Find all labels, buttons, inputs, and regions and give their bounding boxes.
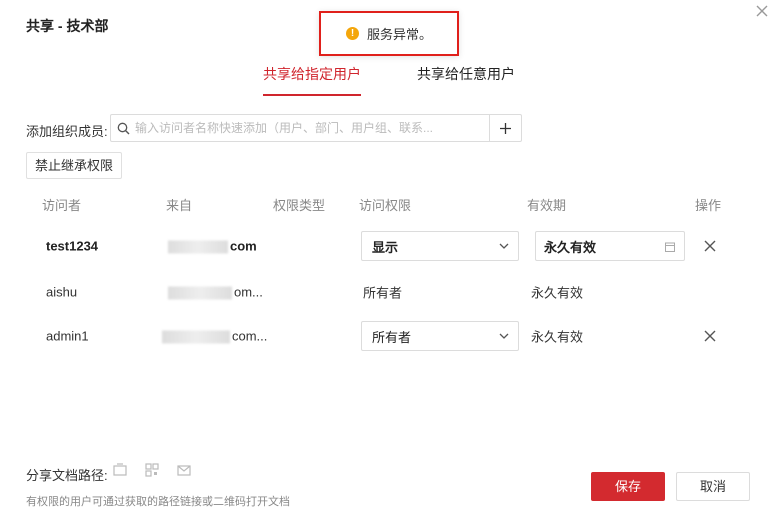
from-cell: com...	[162, 328, 268, 344]
member-search-box	[110, 114, 522, 142]
table-row: aishu om... 所有者 永久有效	[0, 272, 782, 312]
from-text: com...	[232, 328, 268, 344]
remove-icon[interactable]	[702, 328, 718, 344]
visitor-name: aishu	[46, 284, 78, 300]
close-icon[interactable]	[752, 2, 772, 22]
from-cell: om...	[168, 284, 263, 300]
permission-value: 显示	[372, 239, 399, 255]
chevron-down-icon	[499, 243, 509, 249]
warning-icon: !	[345, 27, 359, 40]
calendar-icon	[665, 242, 675, 252]
permission-select[interactable]: 所有者	[361, 321, 519, 351]
validity-value: 永久有效	[531, 285, 584, 301]
tab-share-specific-users[interactable]: 共享给指定用户	[263, 64, 361, 96]
toast-message: 服务异常。	[366, 27, 432, 42]
add-member-plus-icon[interactable]	[489, 115, 521, 141]
share-dialog: 共享 - 技术部 ! 服务异常。 共享给指定用户 共享给任意用户 添加组织成员:…	[0, 0, 782, 512]
permission-value: 所有者	[372, 329, 412, 345]
header-visitor: 访问者	[42, 198, 82, 213]
header-actions: 操作	[695, 198, 722, 213]
header-access-permission: 访问权限	[359, 198, 412, 213]
share-path-hint: 有权限的用户可通过获取的路径链接或二维码打开文档	[26, 496, 290, 508]
chevron-down-icon	[499, 333, 509, 339]
visitor-name: test1234	[46, 238, 99, 254]
redacted-block	[162, 330, 230, 344]
email-icon[interactable]	[176, 462, 192, 478]
save-button[interactable]: 保存	[591, 472, 665, 501]
permission-value: 所有者	[363, 285, 403, 301]
header-from: 来自	[166, 198, 193, 213]
qrcode-icon[interactable]	[144, 462, 160, 478]
tab-share-any-users[interactable]: 共享给任意用户	[417, 64, 515, 94]
remove-icon[interactable]	[702, 238, 718, 254]
copy-link-icon[interactable]	[112, 462, 128, 478]
disable-inherit-button[interactable]: 禁止继承权限	[26, 152, 123, 179]
table-row: test1234 com 显示 永久有效	[0, 226, 782, 266]
validity-value: 永久有效	[544, 239, 597, 255]
validity-value: 永久有效	[531, 329, 584, 345]
search-icon	[111, 115, 135, 141]
share-path-label: 分享文档路径:	[26, 468, 108, 483]
dialog-title: 共享 - 技术部	[26, 18, 109, 34]
from-text: om...	[234, 284, 263, 300]
from-cell: com	[168, 238, 257, 254]
header-validity: 有效期	[527, 198, 567, 213]
table-row: admin1 com... 所有者 永久有效	[0, 316, 782, 356]
redacted-block	[168, 240, 228, 254]
from-text: com	[230, 238, 257, 254]
visitor-name: admin1	[46, 328, 89, 344]
cancel-button[interactable]: 取消	[676, 472, 750, 501]
error-toast: ! 服务异常。	[319, 11, 459, 56]
redacted-block	[168, 286, 232, 300]
permission-select[interactable]: 显示	[361, 231, 519, 261]
member-search-input[interactable]	[135, 116, 489, 140]
header-permission-type: 权限类型	[273, 198, 326, 213]
add-member-label: 添加组织成员:	[26, 124, 108, 139]
validity-date-input[interactable]: 永久有效	[535, 231, 685, 261]
